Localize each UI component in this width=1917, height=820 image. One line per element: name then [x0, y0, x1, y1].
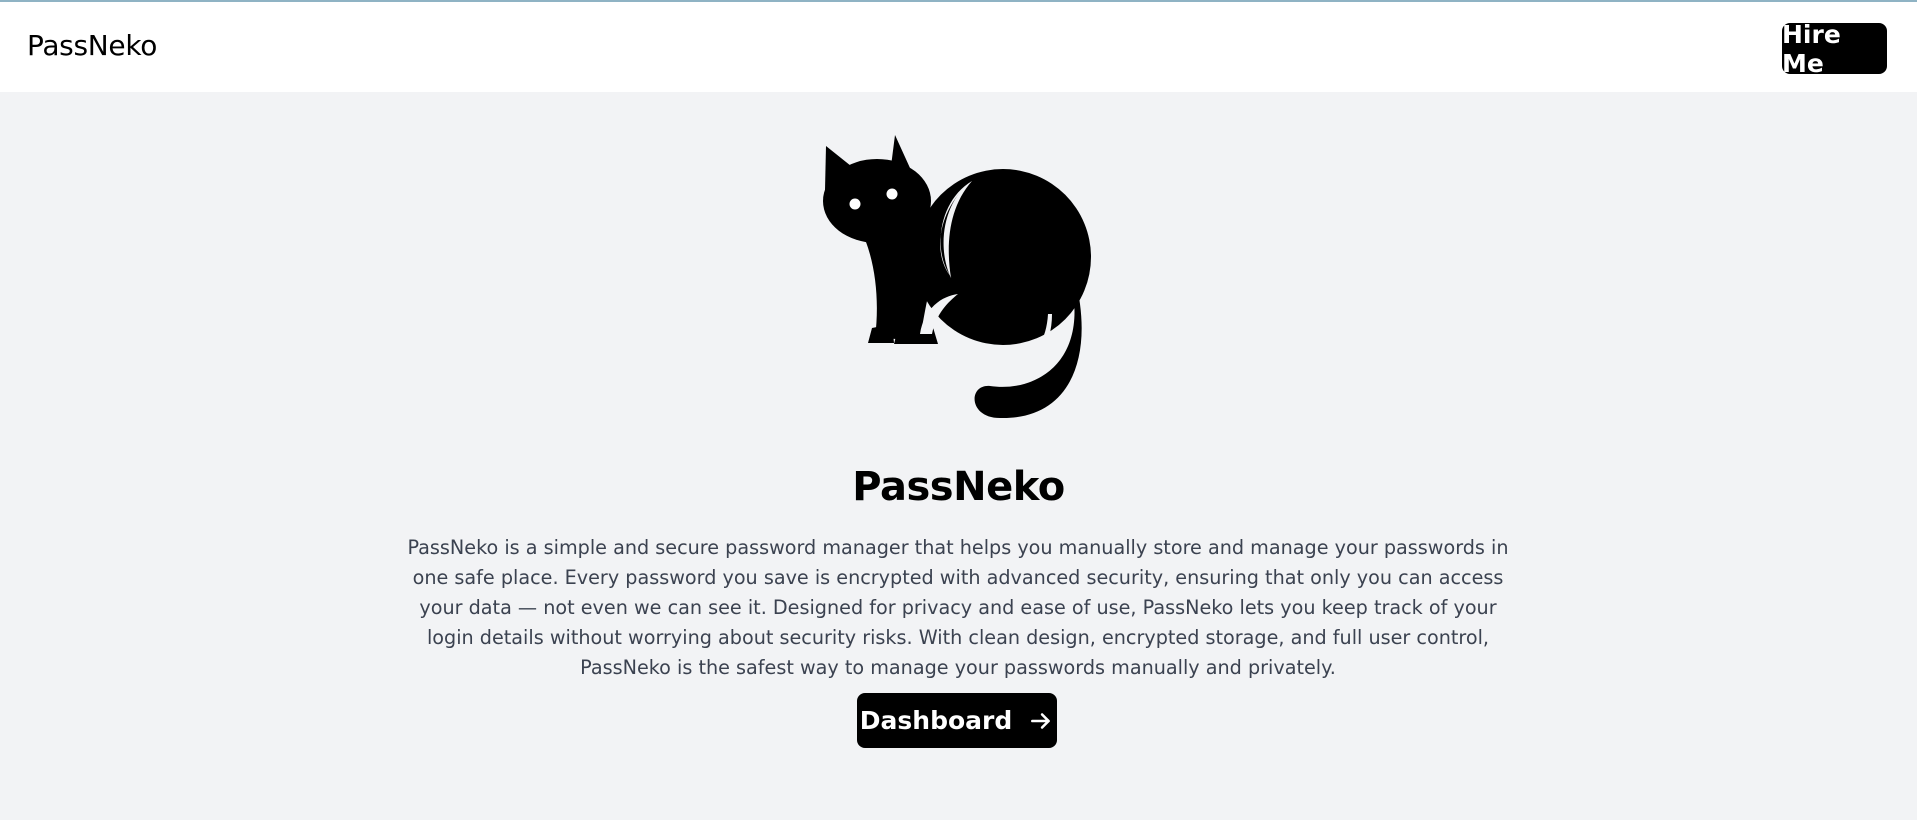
- hire-me-button[interactable]: Hire Me: [1782, 20, 1887, 78]
- navbar: PassNeko Hire Me: [0, 2, 1917, 92]
- cat-icon: [823, 135, 1091, 419]
- brand-logo-text[interactable]: PassNeko: [27, 29, 157, 62]
- app-title: PassNeko: [852, 463, 1065, 510]
- arrow-right-icon: [1031, 712, 1051, 729]
- dashboard-button-label: Dashboard: [859, 706, 1013, 735]
- dashboard-button[interactable]: Dashboard: [857, 693, 1057, 748]
- app-description: PassNeko is a simple and secure password…: [407, 536, 1509, 680]
